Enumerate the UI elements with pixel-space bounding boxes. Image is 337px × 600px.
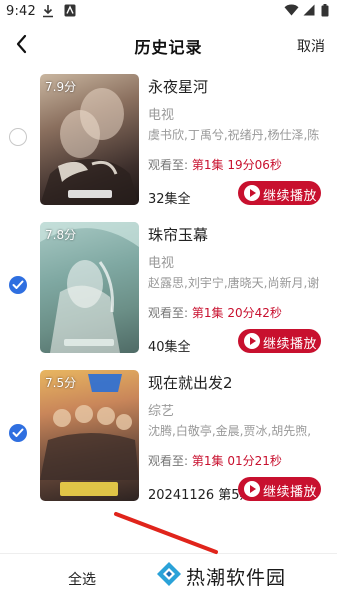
item-category: 电视 <box>148 256 175 271</box>
episode-count: 32集全 <box>148 192 191 207</box>
item-title: 永夜星河 <box>148 78 209 96</box>
progress-value: 第1集 20分42秒 <box>191 306 282 320</box>
continue-play-label: 继续播放 <box>263 337 318 352</box>
battery-icon <box>321 4 329 17</box>
cancel-button[interactable]: 取消 <box>297 36 325 56</box>
watch-progress: 观看至: 第1集 19分06秒 <box>148 156 282 173</box>
continue-play-button[interactable]: 继续播放 <box>238 329 321 353</box>
progress-label: 观看至: <box>148 306 189 320</box>
item-cast: 沈腾,白敬亭,金晨,贾冰,胡先煦, <box>148 424 312 438</box>
progress-label: 观看至: <box>148 158 189 172</box>
continue-play-label: 继续播放 <box>263 485 318 500</box>
item-category: 综艺 <box>148 404 175 419</box>
continue-play-label: 继续播放 <box>263 189 318 204</box>
status-time: 9:42 <box>6 4 36 19</box>
progress-value: 第1集 19分06秒 <box>191 158 282 172</box>
watch-progress: 观看至: 第1集 01分21秒 <box>148 452 282 469</box>
notification-icon <box>64 4 76 17</box>
play-icon <box>244 333 260 349</box>
item-title: 珠帘玉幕 <box>148 226 209 244</box>
history-item[interactable]: 7.5分 现在就出发2 综艺 沈腾,白敬亭,金晨,贾冰,胡先煦, 观看至: 第1… <box>0 366 337 506</box>
history-item[interactable]: 7.8分 珠帘玉幕 电视 赵露思,刘宇宁,唐晓天,尚新月,谢 观看至: 第1集 … <box>0 218 337 358</box>
poster-score: 7.8分 <box>45 228 77 242</box>
progress-label: 观看至: <box>148 454 189 468</box>
title-bar: 历史记录 取消 <box>0 24 337 66</box>
select-checkbox[interactable] <box>9 424 27 442</box>
poster-image[interactable]: 7.5分 <box>40 370 139 501</box>
item-category: 电视 <box>148 108 175 123</box>
continue-play-button[interactable]: 继续播放 <box>238 477 321 501</box>
item-title: 现在就出发2 <box>148 374 233 392</box>
page-title: 历史记录 <box>134 38 203 57</box>
episode-count: 40集全 <box>148 340 191 355</box>
watermark-arrow-icon <box>114 512 218 554</box>
item-cast: 虞书欣,丁禹兮,祝绪丹,杨仕泽,陈 <box>148 128 320 142</box>
play-icon <box>244 185 260 201</box>
history-item[interactable]: 7.9分 永夜星河 电视 虞书欣,丁禹兮,祝绪丹,杨仕泽,陈 观看至: 第1集 … <box>0 70 337 210</box>
watch-progress: 观看至: 第1集 20分42秒 <box>148 304 282 321</box>
cellular-icon <box>303 4 315 16</box>
watermark-text: 热潮软件园 <box>186 567 287 589</box>
poster-image[interactable]: 7.9分 <box>40 74 139 205</box>
episode-count: 20241126 第5期 <box>148 488 253 503</box>
poster-score: 7.9分 <box>45 80 77 94</box>
select-all-button[interactable]: 全选 <box>68 569 96 589</box>
status-bar: 9:42 <box>0 0 337 24</box>
watermark-logo-icon <box>157 562 181 586</box>
download-icon <box>43 5 53 18</box>
item-cast: 赵露思,刘宇宁,唐晓天,尚新月,谢 <box>148 276 320 290</box>
checkmark-icon <box>12 428 24 437</box>
poster-score: 7.5分 <box>45 376 77 390</box>
checkmark-icon <box>12 280 24 289</box>
select-checkbox[interactable] <box>9 276 27 294</box>
play-icon <box>244 481 260 497</box>
poster-image[interactable]: 7.8分 <box>40 222 139 353</box>
select-checkbox[interactable] <box>9 128 27 146</box>
progress-value: 第1集 01分21秒 <box>191 454 282 468</box>
continue-play-button[interactable]: 继续播放 <box>238 181 321 205</box>
wifi-icon <box>284 4 299 16</box>
